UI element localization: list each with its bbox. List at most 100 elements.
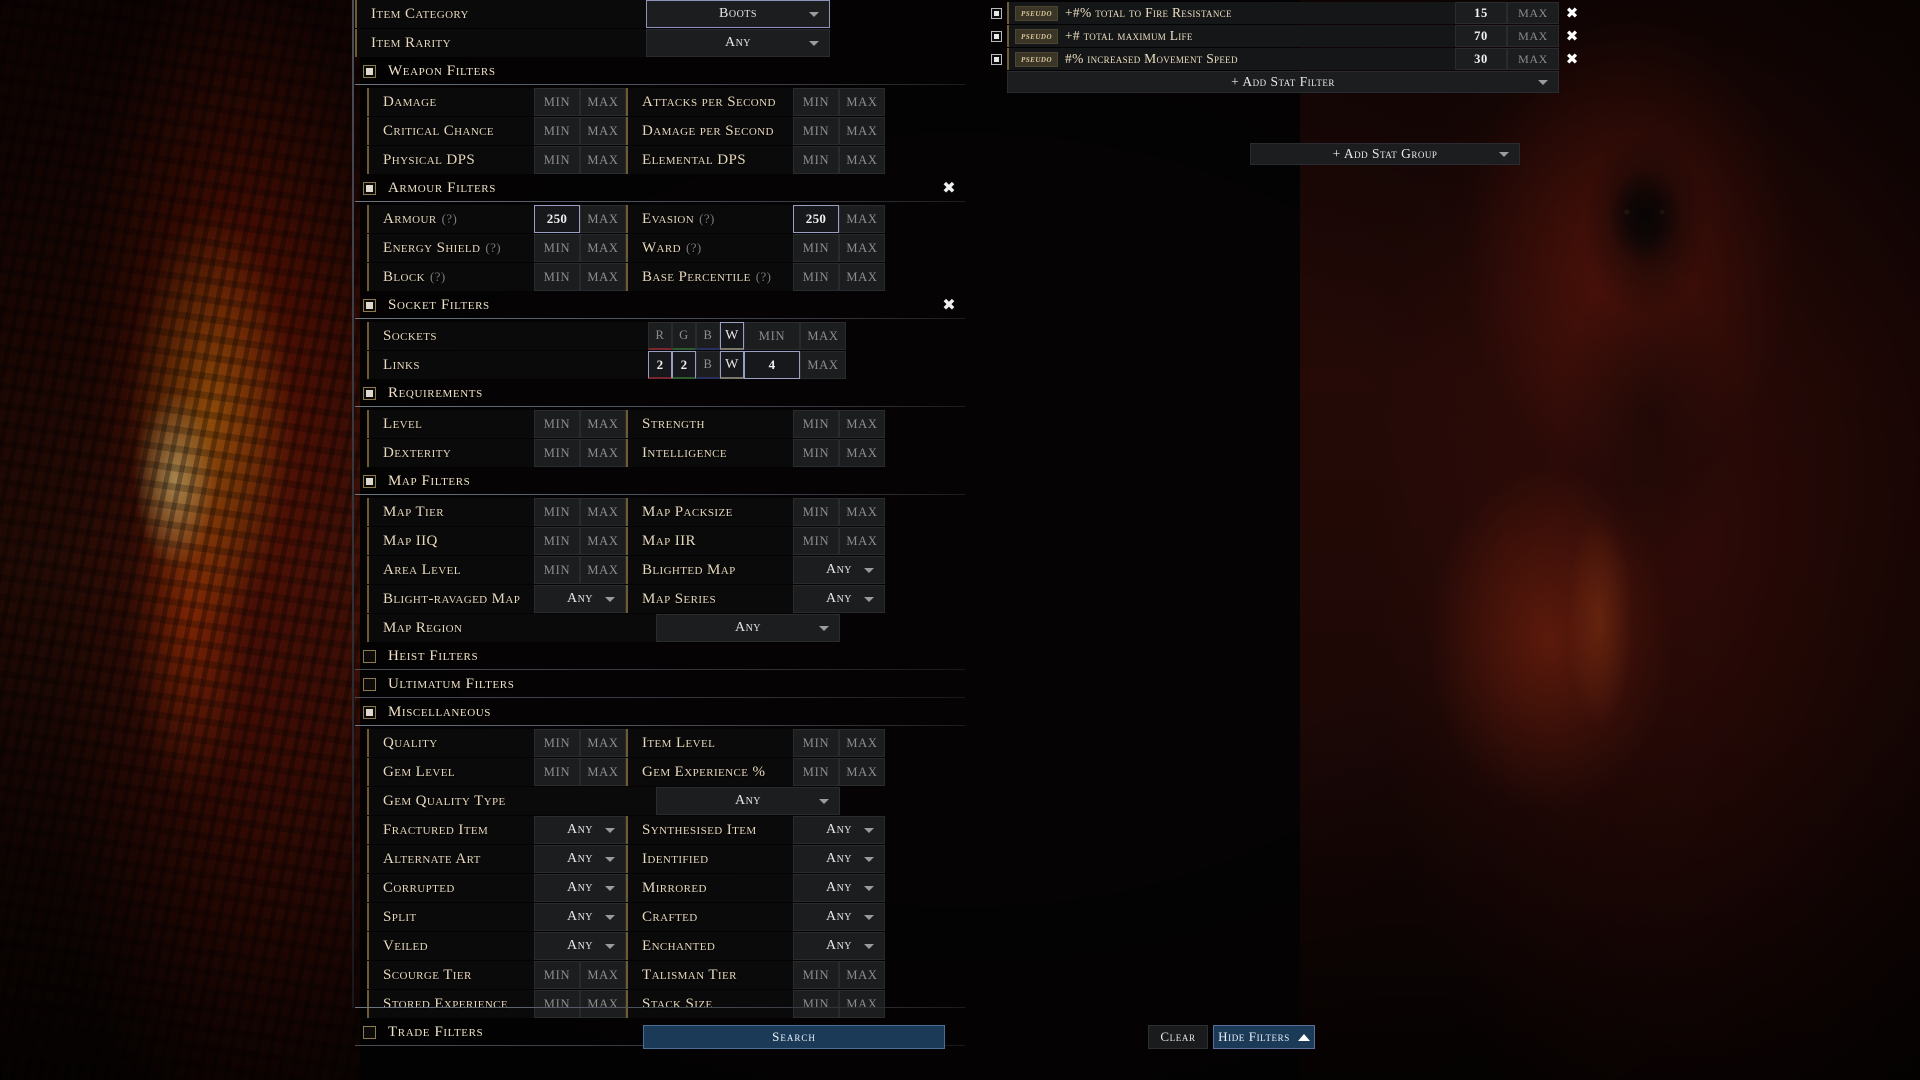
input-evasion-max[interactable]: MAX	[839, 205, 885, 233]
stat-filter-2-min-input[interactable]: 30	[1455, 48, 1507, 70]
input-sockets-socket-r[interactable]: R	[648, 322, 672, 350]
input-map-iiq-max[interactable]: MAX	[580, 527, 626, 555]
dropdown-enchanted[interactable]: Any	[793, 932, 885, 960]
input-map-iiq-min[interactable]: MIN	[534, 527, 580, 555]
dropdown-identified[interactable]: Any	[793, 845, 885, 873]
input-elemental-dps-max[interactable]: MAX	[839, 146, 885, 174]
section-close-icon-armour-filters[interactable]: ✖	[941, 180, 957, 196]
input-gem-experience--max[interactable]: MAX	[839, 758, 885, 786]
input-damage-max[interactable]: MAX	[580, 88, 626, 116]
input-block-max[interactable]: MAX	[580, 263, 626, 291]
stat-filter-1-max-input[interactable]: MAX	[1507, 25, 1559, 47]
clear-button[interactable]: Clear	[1148, 1025, 1208, 1049]
input-dexterity-min[interactable]: MIN	[534, 439, 580, 467]
dropdown-veiled[interactable]: Any	[534, 932, 626, 960]
input-quality-max[interactable]: MAX	[580, 729, 626, 757]
dropdown-corrupted[interactable]: Any	[534, 874, 626, 902]
input-map-tier-max[interactable]: MAX	[580, 498, 626, 526]
search-button[interactable]: Search	[643, 1025, 945, 1049]
input-map-packsize-max[interactable]: MAX	[839, 498, 885, 526]
input-armour-max[interactable]: MAX	[580, 205, 626, 233]
section-header-socket-filters[interactable]: Socket Filters ✖	[355, 294, 965, 316]
input-map-packsize-min[interactable]: MIN	[793, 498, 839, 526]
dropdown-map-region[interactable]: Any	[656, 614, 840, 642]
input-critical-chance-min[interactable]: MIN	[534, 117, 580, 145]
input-base-percentile-max[interactable]: MAX	[839, 263, 885, 291]
input-stack-size-max[interactable]: MAX	[839, 990, 885, 1018]
input-attacks-per-second-min[interactable]: MIN	[793, 88, 839, 116]
stat-filter-2-checkbox[interactable]	[985, 48, 1007, 70]
section-header-armour-filters[interactable]: Armour Filters ✖	[355, 177, 965, 199]
section-checkbox-socket-filters[interactable]	[363, 298, 376, 312]
input-sockets-min[interactable]: MIN	[744, 322, 800, 350]
stat-filter-1-remove-icon[interactable]: ✖	[1559, 25, 1585, 47]
input-stack-size-min[interactable]: MIN	[793, 990, 839, 1018]
input-dexterity-max[interactable]: MAX	[580, 439, 626, 467]
input-damage-min[interactable]: MIN	[534, 88, 580, 116]
input-map-iir-min[interactable]: MIN	[793, 527, 839, 555]
input-area-level-min[interactable]: MIN	[534, 556, 580, 584]
input-talisman-tier-min[interactable]: MIN	[793, 961, 839, 989]
input-intelligence-min[interactable]: MIN	[793, 439, 839, 467]
stat-filter-2-remove-icon[interactable]: ✖	[1559, 48, 1585, 70]
input-ward-max[interactable]: MAX	[839, 234, 885, 262]
dropdown-split[interactable]: Any	[534, 903, 626, 931]
section-header-heist-filters[interactable]: Heist Filters	[355, 645, 965, 667]
section-checkbox-ultimatum-filters[interactable]	[363, 677, 376, 691]
dropdown-blighted-map[interactable]: Any	[793, 556, 885, 584]
stat-filter-0-label[interactable]: pseudo +#% total to Fire Resistance	[1007, 2, 1455, 24]
input-energy-shield-max[interactable]: MAX	[580, 234, 626, 262]
section-checkbox-weapon-filters[interactable]	[363, 64, 376, 78]
input-links-max[interactable]: MAX	[800, 351, 846, 379]
section-header-requirements[interactable]: Requirements	[355, 382, 965, 404]
stat-filter-1-min-input[interactable]: 70	[1455, 25, 1507, 47]
input-damage-per-second-max[interactable]: MAX	[839, 117, 885, 145]
add-stat-group-button[interactable]: + Add Stat Group	[1250, 143, 1520, 165]
input-attacks-per-second-max[interactable]: MAX	[839, 88, 885, 116]
input-damage-per-second-min[interactable]: MIN	[793, 117, 839, 145]
dropdown-mirrored[interactable]: Any	[793, 874, 885, 902]
section-checkbox-heist-filters[interactable]	[363, 649, 376, 663]
input-scourge-tier-max[interactable]: MAX	[580, 961, 626, 989]
input-physical-dps-max[interactable]: MAX	[580, 146, 626, 174]
stat-filter-0-checkbox[interactable]	[985, 2, 1007, 24]
input-strength-min[interactable]: MIN	[793, 410, 839, 438]
input-gem-experience--min[interactable]: MIN	[793, 758, 839, 786]
input-item-level-max[interactable]: MAX	[839, 729, 885, 757]
input-links-min[interactable]: 4	[744, 351, 800, 379]
input-sockets-socket-w[interactable]: W	[720, 322, 744, 350]
dropdown-gem-quality-type[interactable]: Any	[656, 787, 840, 815]
hide-filters-button[interactable]: Hide Filters	[1213, 1025, 1315, 1049]
input-scourge-tier-min[interactable]: MIN	[534, 961, 580, 989]
stat-filter-2-max-input[interactable]: MAX	[1507, 48, 1559, 70]
stat-filter-1-label[interactable]: pseudo +# total maximum Life	[1007, 25, 1455, 47]
input-block-min[interactable]: MIN	[534, 263, 580, 291]
input-links-socket-g[interactable]: 2	[672, 351, 696, 379]
section-close-icon-socket-filters[interactable]: ✖	[941, 297, 957, 313]
input-strength-max[interactable]: MAX	[839, 410, 885, 438]
input-links-socket-r[interactable]: 2	[648, 351, 672, 379]
input-sockets-socket-b[interactable]: B	[696, 322, 720, 350]
input-evasion-min[interactable]: 250	[793, 205, 839, 233]
dropdown-blight-ravaged-map[interactable]: Any	[534, 585, 626, 613]
section-header-weapon-filters[interactable]: Weapon Filters	[355, 60, 965, 82]
input-sockets-socket-g[interactable]: G	[672, 322, 696, 350]
input-map-iir-max[interactable]: MAX	[839, 527, 885, 555]
input-sockets-max[interactable]: MAX	[800, 322, 846, 350]
input-stored-experience-min[interactable]: MIN	[534, 990, 580, 1018]
section-checkbox-requirements[interactable]	[363, 386, 376, 400]
input-links-socket-b[interactable]: B	[696, 351, 720, 379]
input-energy-shield-min[interactable]: MIN	[534, 234, 580, 262]
input-ward-min[interactable]: MIN	[793, 234, 839, 262]
dropdown-crafted[interactable]: Any	[793, 903, 885, 931]
input-base-percentile-min[interactable]: MIN	[793, 263, 839, 291]
stat-filter-0-remove-icon[interactable]: ✖	[1559, 2, 1585, 24]
input-quality-min[interactable]: MIN	[534, 729, 580, 757]
stat-filter-0-min-input[interactable]: 15	[1455, 2, 1507, 24]
section-header-miscellaneous[interactable]: Miscellaneous	[355, 701, 965, 723]
section-checkbox-map-filters[interactable]	[363, 474, 376, 488]
input-critical-chance-max[interactable]: MAX	[580, 117, 626, 145]
input-physical-dps-min[interactable]: MIN	[534, 146, 580, 174]
input-stored-experience-max[interactable]: MAX	[580, 990, 626, 1018]
input-level-min[interactable]: MIN	[534, 410, 580, 438]
